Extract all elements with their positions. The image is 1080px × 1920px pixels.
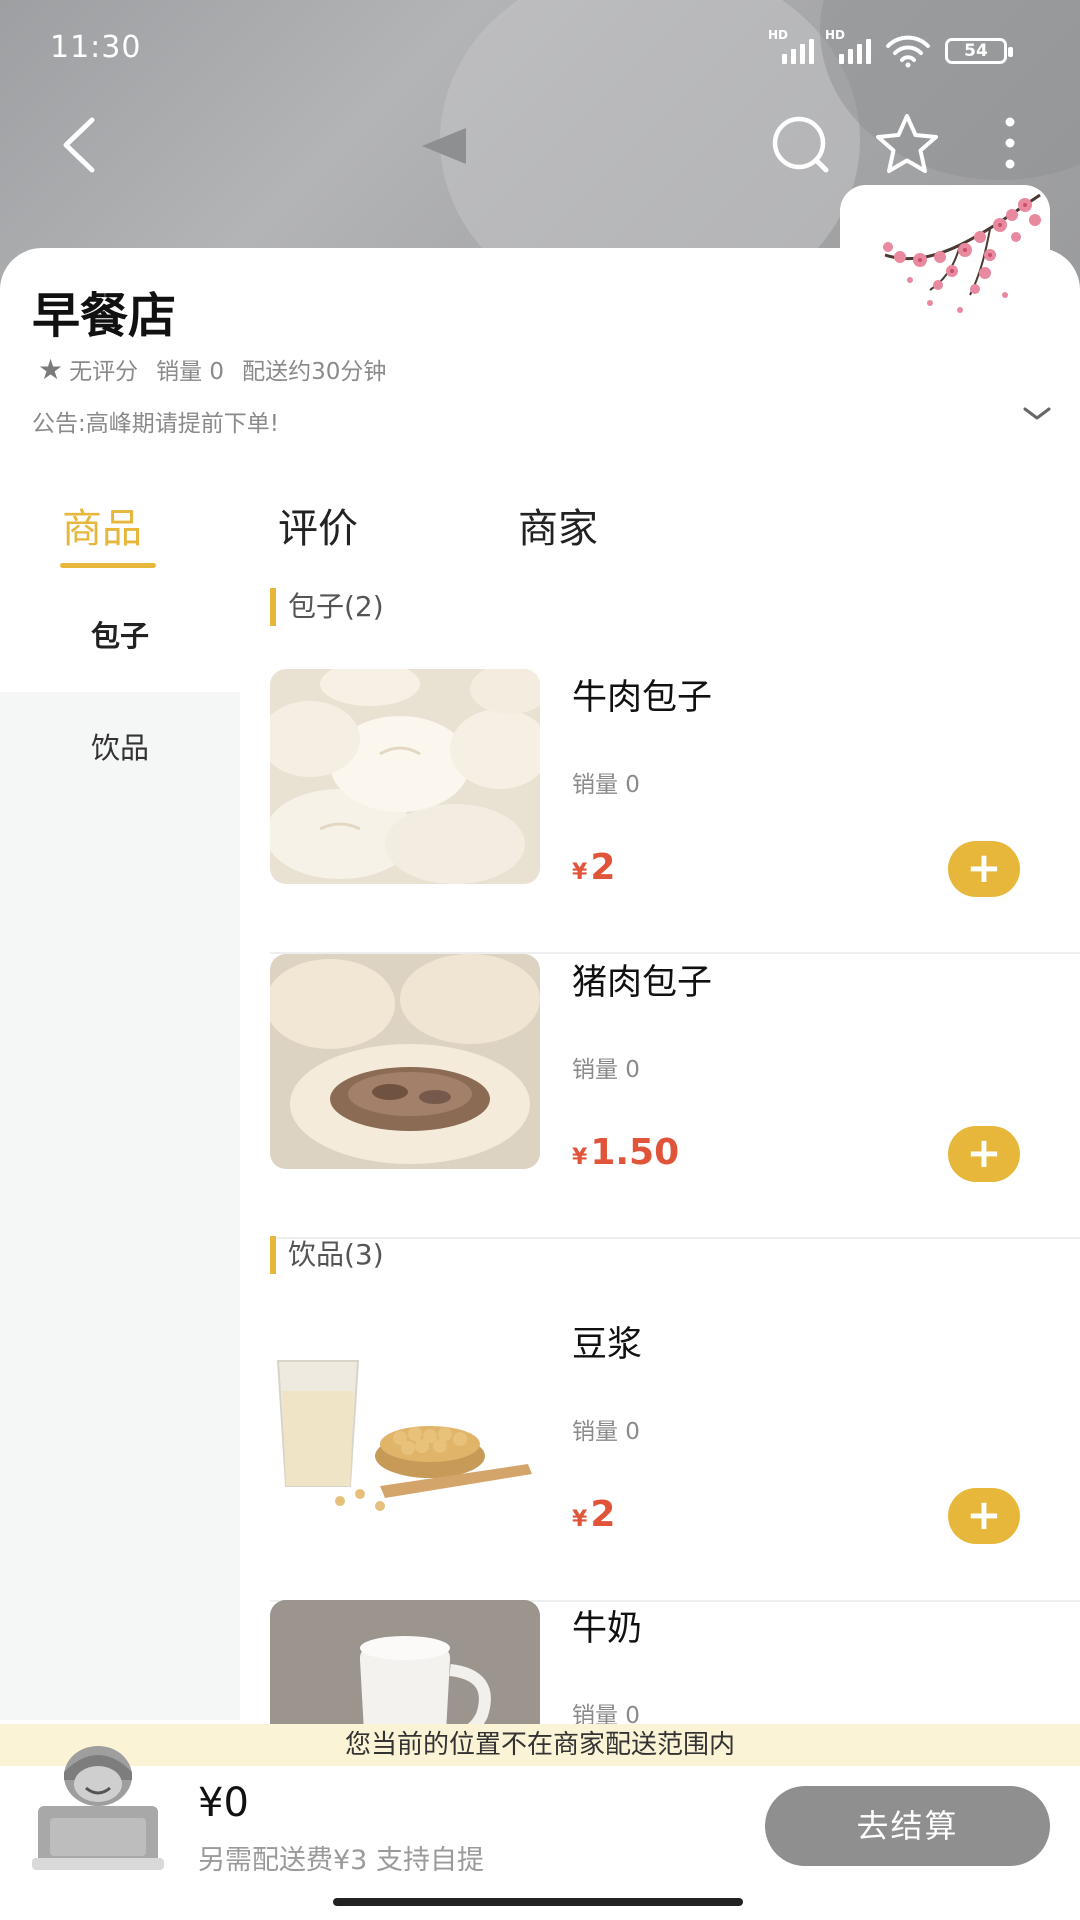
search-button[interactable] — [766, 110, 836, 180]
cart-total: ¥0 — [198, 1780, 249, 1826]
network-label: HD — [825, 28, 846, 42]
sidebar-item-drinks[interactable]: 饮品 — [0, 692, 240, 804]
checkout-button[interactable]: 去结算 — [765, 1786, 1050, 1866]
more-vertical-icon — [1005, 117, 1015, 169]
product-sales: 销量 0 — [572, 1057, 640, 1083]
product-item[interactable]: 牛奶 销量 0 — [270, 1600, 1080, 1724]
network-label: HD — [768, 28, 789, 42]
product-price: ¥1.50 — [572, 1132, 680, 1173]
cart-courier-icon[interactable] — [28, 1738, 168, 1878]
back-button[interactable] — [48, 110, 118, 180]
product-image — [270, 954, 540, 1169]
chevron-left-icon — [63, 117, 95, 173]
shop-meta: ★ 无评分 销量 0 配送约30分钟 — [38, 352, 386, 386]
delivery-fee-note: 另需配送费¥3 支持自提 — [198, 1845, 484, 1876]
product-sales: 销量 0 — [572, 1419, 640, 1445]
signal-icon: HD — [825, 28, 871, 64]
star-outline-icon — [876, 114, 938, 173]
product-image — [270, 669, 540, 884]
add-to-cart-button[interactable]: + — [948, 841, 1020, 897]
status-bar: 11:30 HD HD 54 — [0, 0, 1080, 100]
wifi-icon — [886, 35, 930, 68]
category-sidebar: 包子 饮品 — [0, 580, 240, 1720]
home-indicator[interactable] — [333, 1898, 743, 1906]
product-sales: 销量 0 — [572, 1703, 640, 1724]
notice-expand-button[interactable] — [1020, 402, 1054, 426]
more-button[interactable] — [975, 110, 1045, 180]
product-item[interactable]: 豆浆 销量 0 ¥2 + — [270, 1316, 1080, 1602]
shop-page: 11:30 HD HD 54 早餐店 ★ 无评分 销量 0 配送约30分钟 公告… — [0, 0, 1080, 1920]
shop-delivery-time: 配送约30分钟 — [242, 359, 387, 385]
sidebar-item-buns[interactable]: 包子 — [0, 580, 240, 692]
product-name: 牛肉包子 — [572, 678, 713, 718]
product-item[interactable]: 猪肉包子 销量 0 ¥1.50 + — [270, 954, 1080, 1239]
shop-name: 早餐店 — [32, 288, 177, 344]
favorite-button[interactable] — [872, 110, 942, 180]
chevron-down-icon — [1023, 407, 1051, 420]
status-time: 11:30 — [50, 30, 142, 65]
shop-sales: 销量 0 — [156, 359, 225, 385]
shop-rating: 无评分 — [69, 359, 139, 385]
product-name: 猪肉包子 — [572, 963, 713, 1003]
section-title: 包子(2) — [270, 588, 384, 626]
product-item[interactable]: 牛肉包子 销量 0 ¥2 + — [270, 669, 1080, 954]
product-name: 牛奶 — [572, 1609, 643, 1649]
tab-reviews[interactable]: 评价 — [278, 496, 358, 554]
shop-notice: 公告:高峰期请提前下单! — [32, 411, 279, 437]
product-image — [270, 1316, 540, 1531]
product-image — [270, 1600, 540, 1724]
shop-logo — [840, 185, 1050, 335]
product-price: ¥2 — [572, 1494, 616, 1535]
search-icon — [772, 116, 829, 173]
tab-active-indicator — [60, 563, 156, 568]
product-price: ¥2 — [572, 847, 616, 888]
tab-products[interactable]: 商品 — [62, 496, 142, 554]
product-name: 豆浆 — [572, 1325, 643, 1365]
section-title: 饮品(3) — [270, 1236, 384, 1274]
product-sales: 销量 0 — [572, 772, 640, 798]
add-to-cart-button[interactable]: + — [948, 1488, 1020, 1544]
blossom-logo-icon — [883, 193, 1041, 313]
battery-icon: 54 — [945, 38, 1013, 64]
tab-merchant[interactable]: 商家 — [518, 496, 598, 554]
add-to-cart-button[interactable]: + — [948, 1126, 1020, 1182]
signal-icon: HD — [768, 28, 814, 64]
star-icon: ★ — [38, 352, 64, 386]
